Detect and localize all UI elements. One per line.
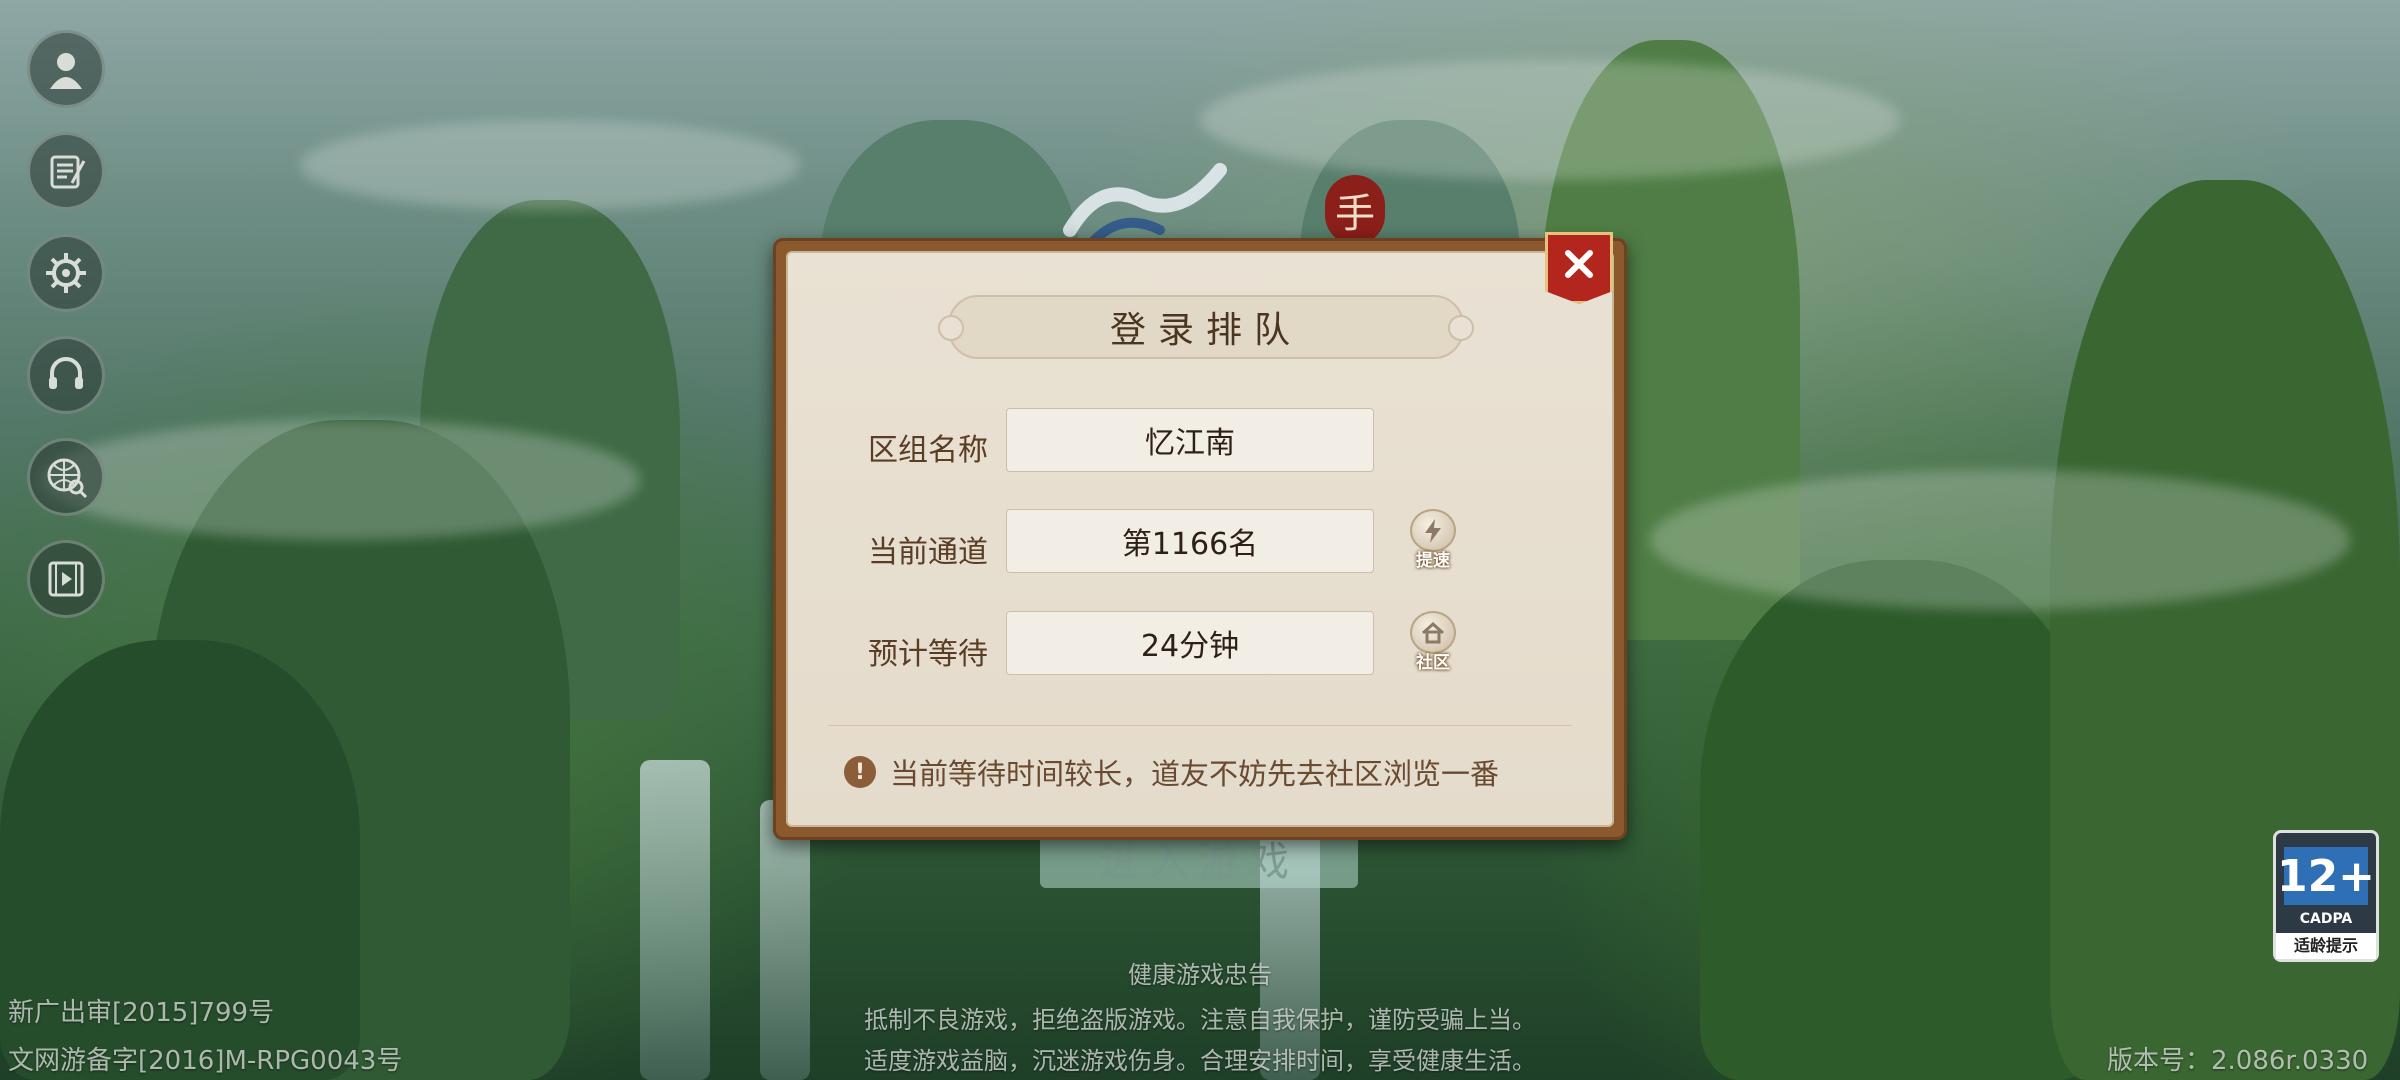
avatar-icon[interactable] [27,30,105,108]
login-queue-dialog: 登录排队 区组名称 忆江南 当前通道 第1166名 提速 预计等待 24分钟 社… [773,238,1627,840]
health-advice-line-2: 适度游戏益脑，沉迷游戏伤身。合理安排时间，享受健康生活。 [864,1047,1536,1075]
health-advice-title: 健康游戏忠告 [1128,961,1272,989]
server-name-label: 区组名称 [868,433,988,468]
queue-position-label: 当前通道 [868,535,988,570]
dialog-panel: 登录排队 区组名称 忆江南 当前通道 第1166名 提速 预计等待 24分钟 社… [786,251,1614,827]
version-number: 版本号：2.086r.0330 [2107,1046,2369,1076]
close-icon [1565,250,1593,278]
publishing-license: 新广出审[2015]799号 [8,998,275,1028]
video-icon[interactable] [27,540,105,618]
headset-icon[interactable] [27,336,105,414]
server-name-value: 忆江南 [1006,408,1374,472]
community-button[interactable]: 社区 [1408,611,1458,673]
age-rating-org: CADPA [2299,911,2353,927]
estimated-wait-value: 24分钟 [1006,611,1374,675]
dialog-divider [828,725,1572,726]
age-rating-number: 12+ [2277,847,2375,905]
queue-position-value: 第1166名 [1006,509,1374,573]
health-advice-line-1: 抵制不良游戏，拒绝盗版游戏。注意自我保护，谨防受骗上当。 [864,1006,1536,1034]
warning-icon: ! [844,756,876,788]
community-caption: 社区 [1416,653,1450,673]
age-rating-tip: 适龄提示 [2276,933,2376,959]
game-logo [1063,163,1227,250]
estimated-wait-label: 预计等待 [868,637,988,672]
wait-notice: ! 当前等待时间较长，道友不妨先去社区浏览一番 [844,751,1499,793]
dialog-title-plate: 登录排队 [938,295,1474,359]
speed-up-button[interactable]: 提速 [1408,509,1458,571]
culture-license: 文网游备字[2016]M-RPG0043号 [8,1046,403,1076]
globe-search-icon[interactable] [27,438,105,516]
settings-icon[interactable] [27,234,105,312]
wait-notice-text: 当前等待时间较长，道友不妨先去社区浏览一番 [890,757,1500,791]
age-rating-badge[interactable]: 12+ CADPA 适龄提示 [2273,830,2379,962]
logo-seal: 手 [1325,175,1385,245]
scroll-icon[interactable] [27,132,105,210]
dialog-title: 登录排队 [1109,310,1302,351]
speed-up-caption: 提速 [1416,551,1450,571]
close-button[interactable] [1545,232,1613,304]
